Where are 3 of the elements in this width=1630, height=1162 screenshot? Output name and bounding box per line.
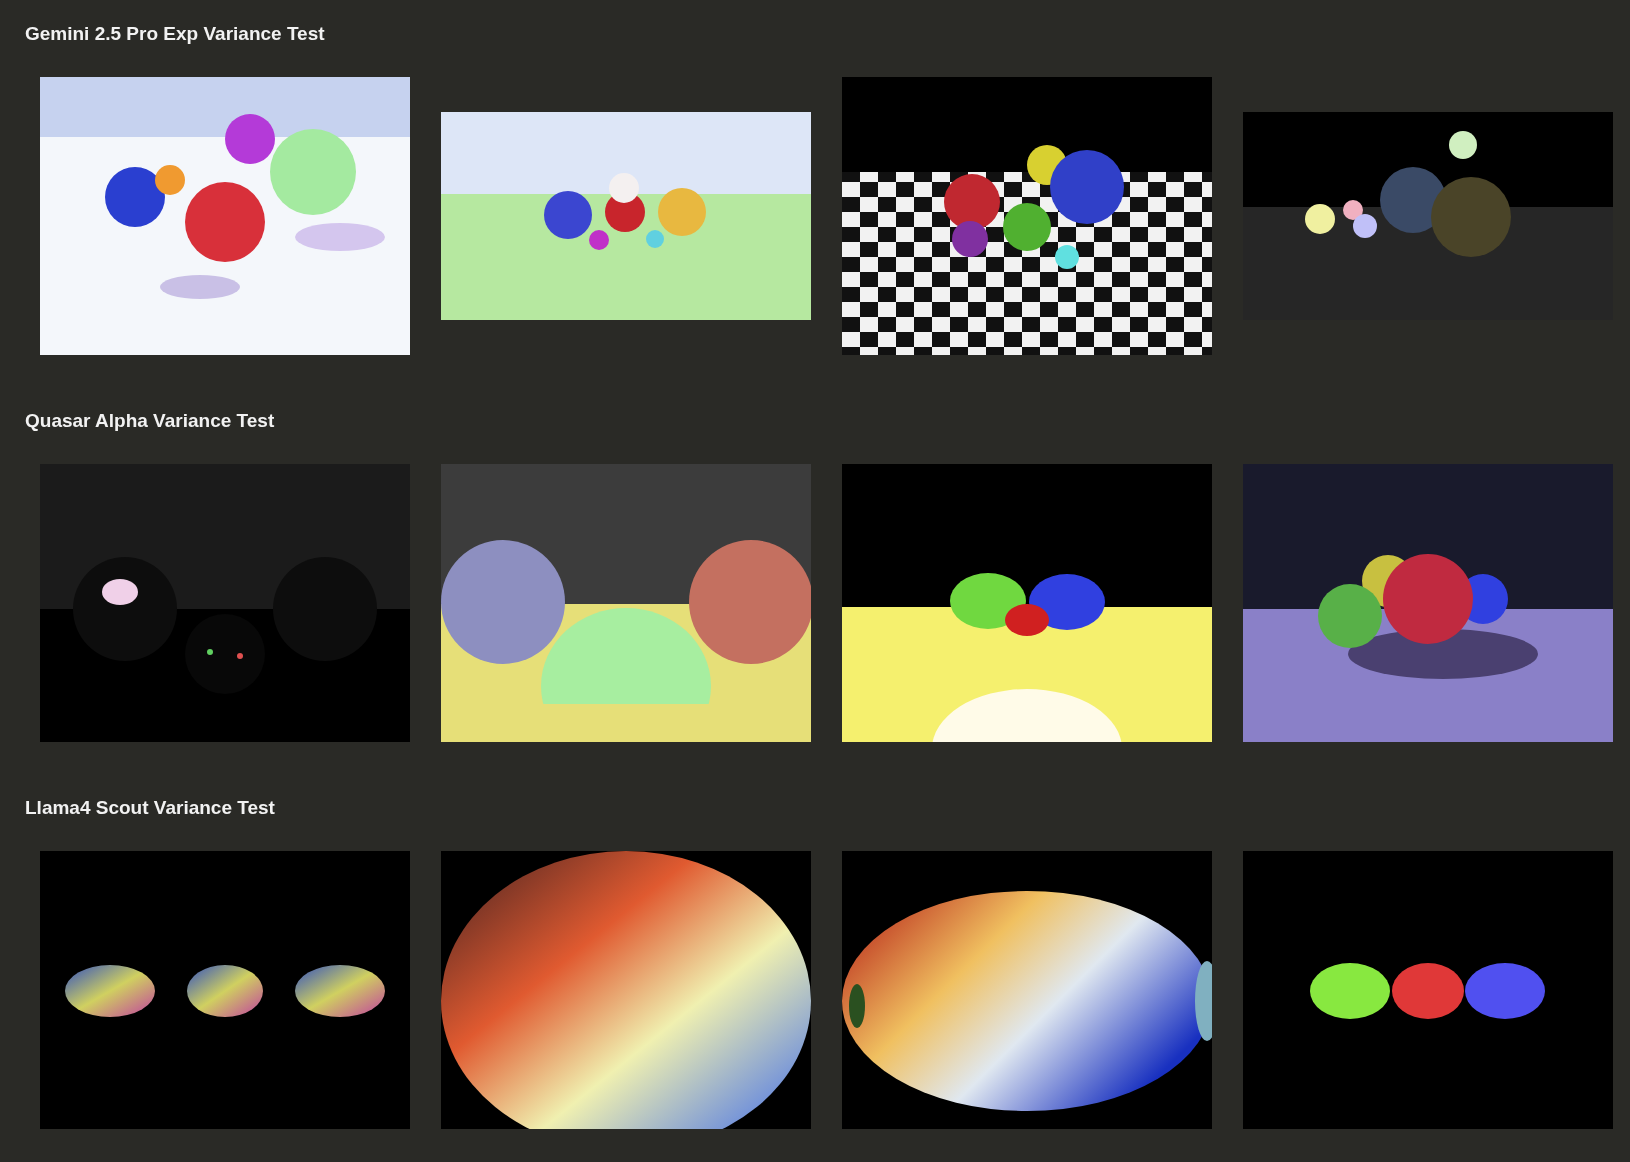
- section-title: Quasar Alpha Variance Test: [25, 409, 276, 433]
- section-title: Llama4 Scout Variance Test: [25, 796, 276, 820]
- section-title: Gemini 2.5 Pro Exp Variance Test: [25, 22, 326, 46]
